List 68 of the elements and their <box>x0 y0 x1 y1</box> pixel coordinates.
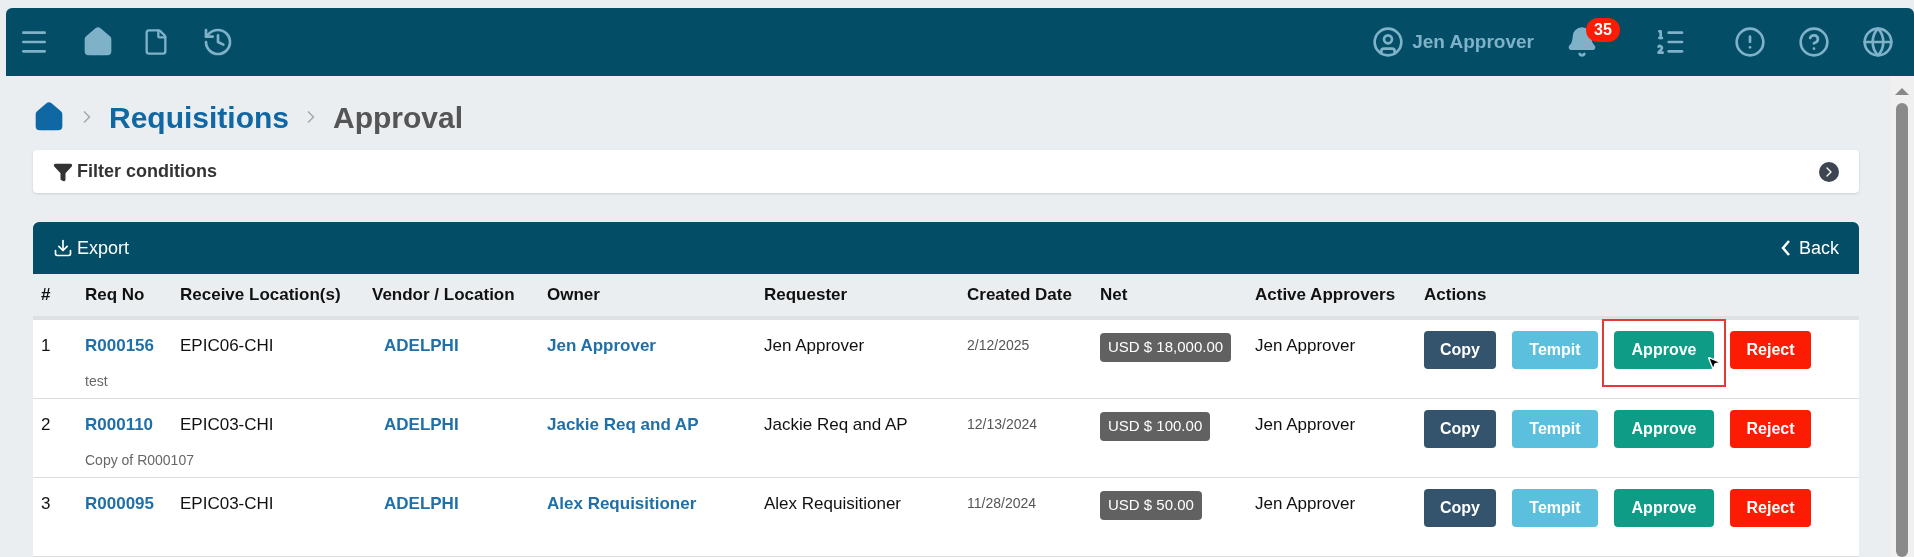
export-button[interactable]: Export <box>53 234 130 262</box>
alert-icon[interactable] <box>1734 26 1766 58</box>
reject-button[interactable]: Reject <box>1730 331 1811 369</box>
column-header: # <box>41 284 52 307</box>
net-amount: USD $ 18,000.00 <box>1100 333 1232 362</box>
table-cell-text: Jen Approver <box>1255 493 1357 515</box>
table-cell-text: 3 <box>41 493 52 515</box>
column-header: Created Date <box>967 284 1073 307</box>
scrollbar[interactable] <box>1890 76 1914 557</box>
breadcrumb-link[interactable]: Requisitions <box>109 94 289 140</box>
net-amount: USD $ 100.00 <box>1100 412 1211 441</box>
column-header: Receive Location(s) <box>180 284 342 307</box>
table-cell-text: EPIC06-CHI <box>180 335 275 357</box>
req-note: test <box>85 371 108 391</box>
back-button[interactable]: Back <box>1780 234 1839 262</box>
approve-button[interactable]: Approve <box>1614 489 1714 527</box>
expand-icon[interactable] <box>1819 161 1839 182</box>
back-icon <box>1780 240 1791 256</box>
user-avatar-icon[interactable] <box>1372 26 1405 58</box>
column-header: Vendor / Location <box>372 284 516 307</box>
table-cell-text: EPIC03-CHI <box>180 414 275 436</box>
approve-button[interactable]: Approve <box>1614 331 1714 369</box>
table-cell-text: 11/28/2024 <box>967 494 1038 513</box>
user-name[interactable]: Jen Approver <box>1412 27 1534 57</box>
copy-button[interactable]: Copy <box>1424 489 1496 527</box>
table-cell-text: Jackie Req and AP <box>764 414 909 436</box>
table-cell-text: Jen Approver <box>764 335 866 357</box>
copy-button[interactable]: Copy <box>1424 331 1496 369</box>
page-title: Approval <box>333 99 464 136</box>
owner-link[interactable]: Jackie Req and AP <box>547 412 764 440</box>
owner-link[interactable]: Alex Requisitioner <box>547 491 764 519</box>
owner-link[interactable]: Jen Approver <box>547 333 764 361</box>
vendor-link[interactable]: ADELPHI <box>372 333 547 361</box>
table-cell-text: 12/13/2024 <box>967 415 1039 434</box>
filter-panel[interactable]: Filter conditions <box>33 150 1859 193</box>
approve-button[interactable]: Approve <box>1614 410 1714 448</box>
filter-icon <box>53 161 73 182</box>
vendor-link[interactable]: ADELPHI <box>372 491 547 519</box>
filter-label: Filter conditions <box>77 160 217 184</box>
req-no-link[interactable]: R000095 <box>85 491 154 517</box>
net-amount: USD $ 50.00 <box>1100 491 1202 520</box>
history-icon[interactable] <box>202 26 234 58</box>
table-cell-text: 2 <box>41 414 52 436</box>
column-header: Net <box>1100 284 1129 307</box>
download-icon <box>53 238 73 258</box>
table-cell-text: 1 <box>41 335 52 357</box>
globe-icon[interactable] <box>1862 26 1894 58</box>
copy-button[interactable]: Copy <box>1424 410 1496 448</box>
notification-badge: 35 <box>1586 18 1620 42</box>
table-cell-text: 2/12/2025 <box>967 336 1031 355</box>
column-header: Req No <box>85 284 146 307</box>
table-cell-text: Jen Approver <box>1255 414 1357 436</box>
reject-button[interactable]: Reject <box>1730 410 1811 448</box>
req-no-link[interactable]: R000110 <box>85 412 154 438</box>
table-cell-text: Alex Requisitioner <box>764 493 902 515</box>
table-cell-text: Jen Approver <box>1255 335 1357 357</box>
column-header: Active Approvers <box>1255 284 1397 307</box>
help-icon[interactable] <box>1798 26 1830 58</box>
req-no-link[interactable]: R000156 <box>85 333 154 359</box>
table-cell-text: EPIC03-CHI <box>180 493 275 515</box>
column-header: Owner <box>547 284 601 307</box>
cursor-icon <box>1706 355 1722 371</box>
column-header: Actions <box>1424 284 1488 307</box>
home-icon[interactable] <box>82 26 114 58</box>
vendor-link[interactable]: ADELPHI <box>372 412 547 440</box>
column-header: Requester <box>764 284 849 307</box>
reject-button[interactable]: Reject <box>1730 489 1811 527</box>
req-note: Copy of R000107 <box>85 450 194 470</box>
